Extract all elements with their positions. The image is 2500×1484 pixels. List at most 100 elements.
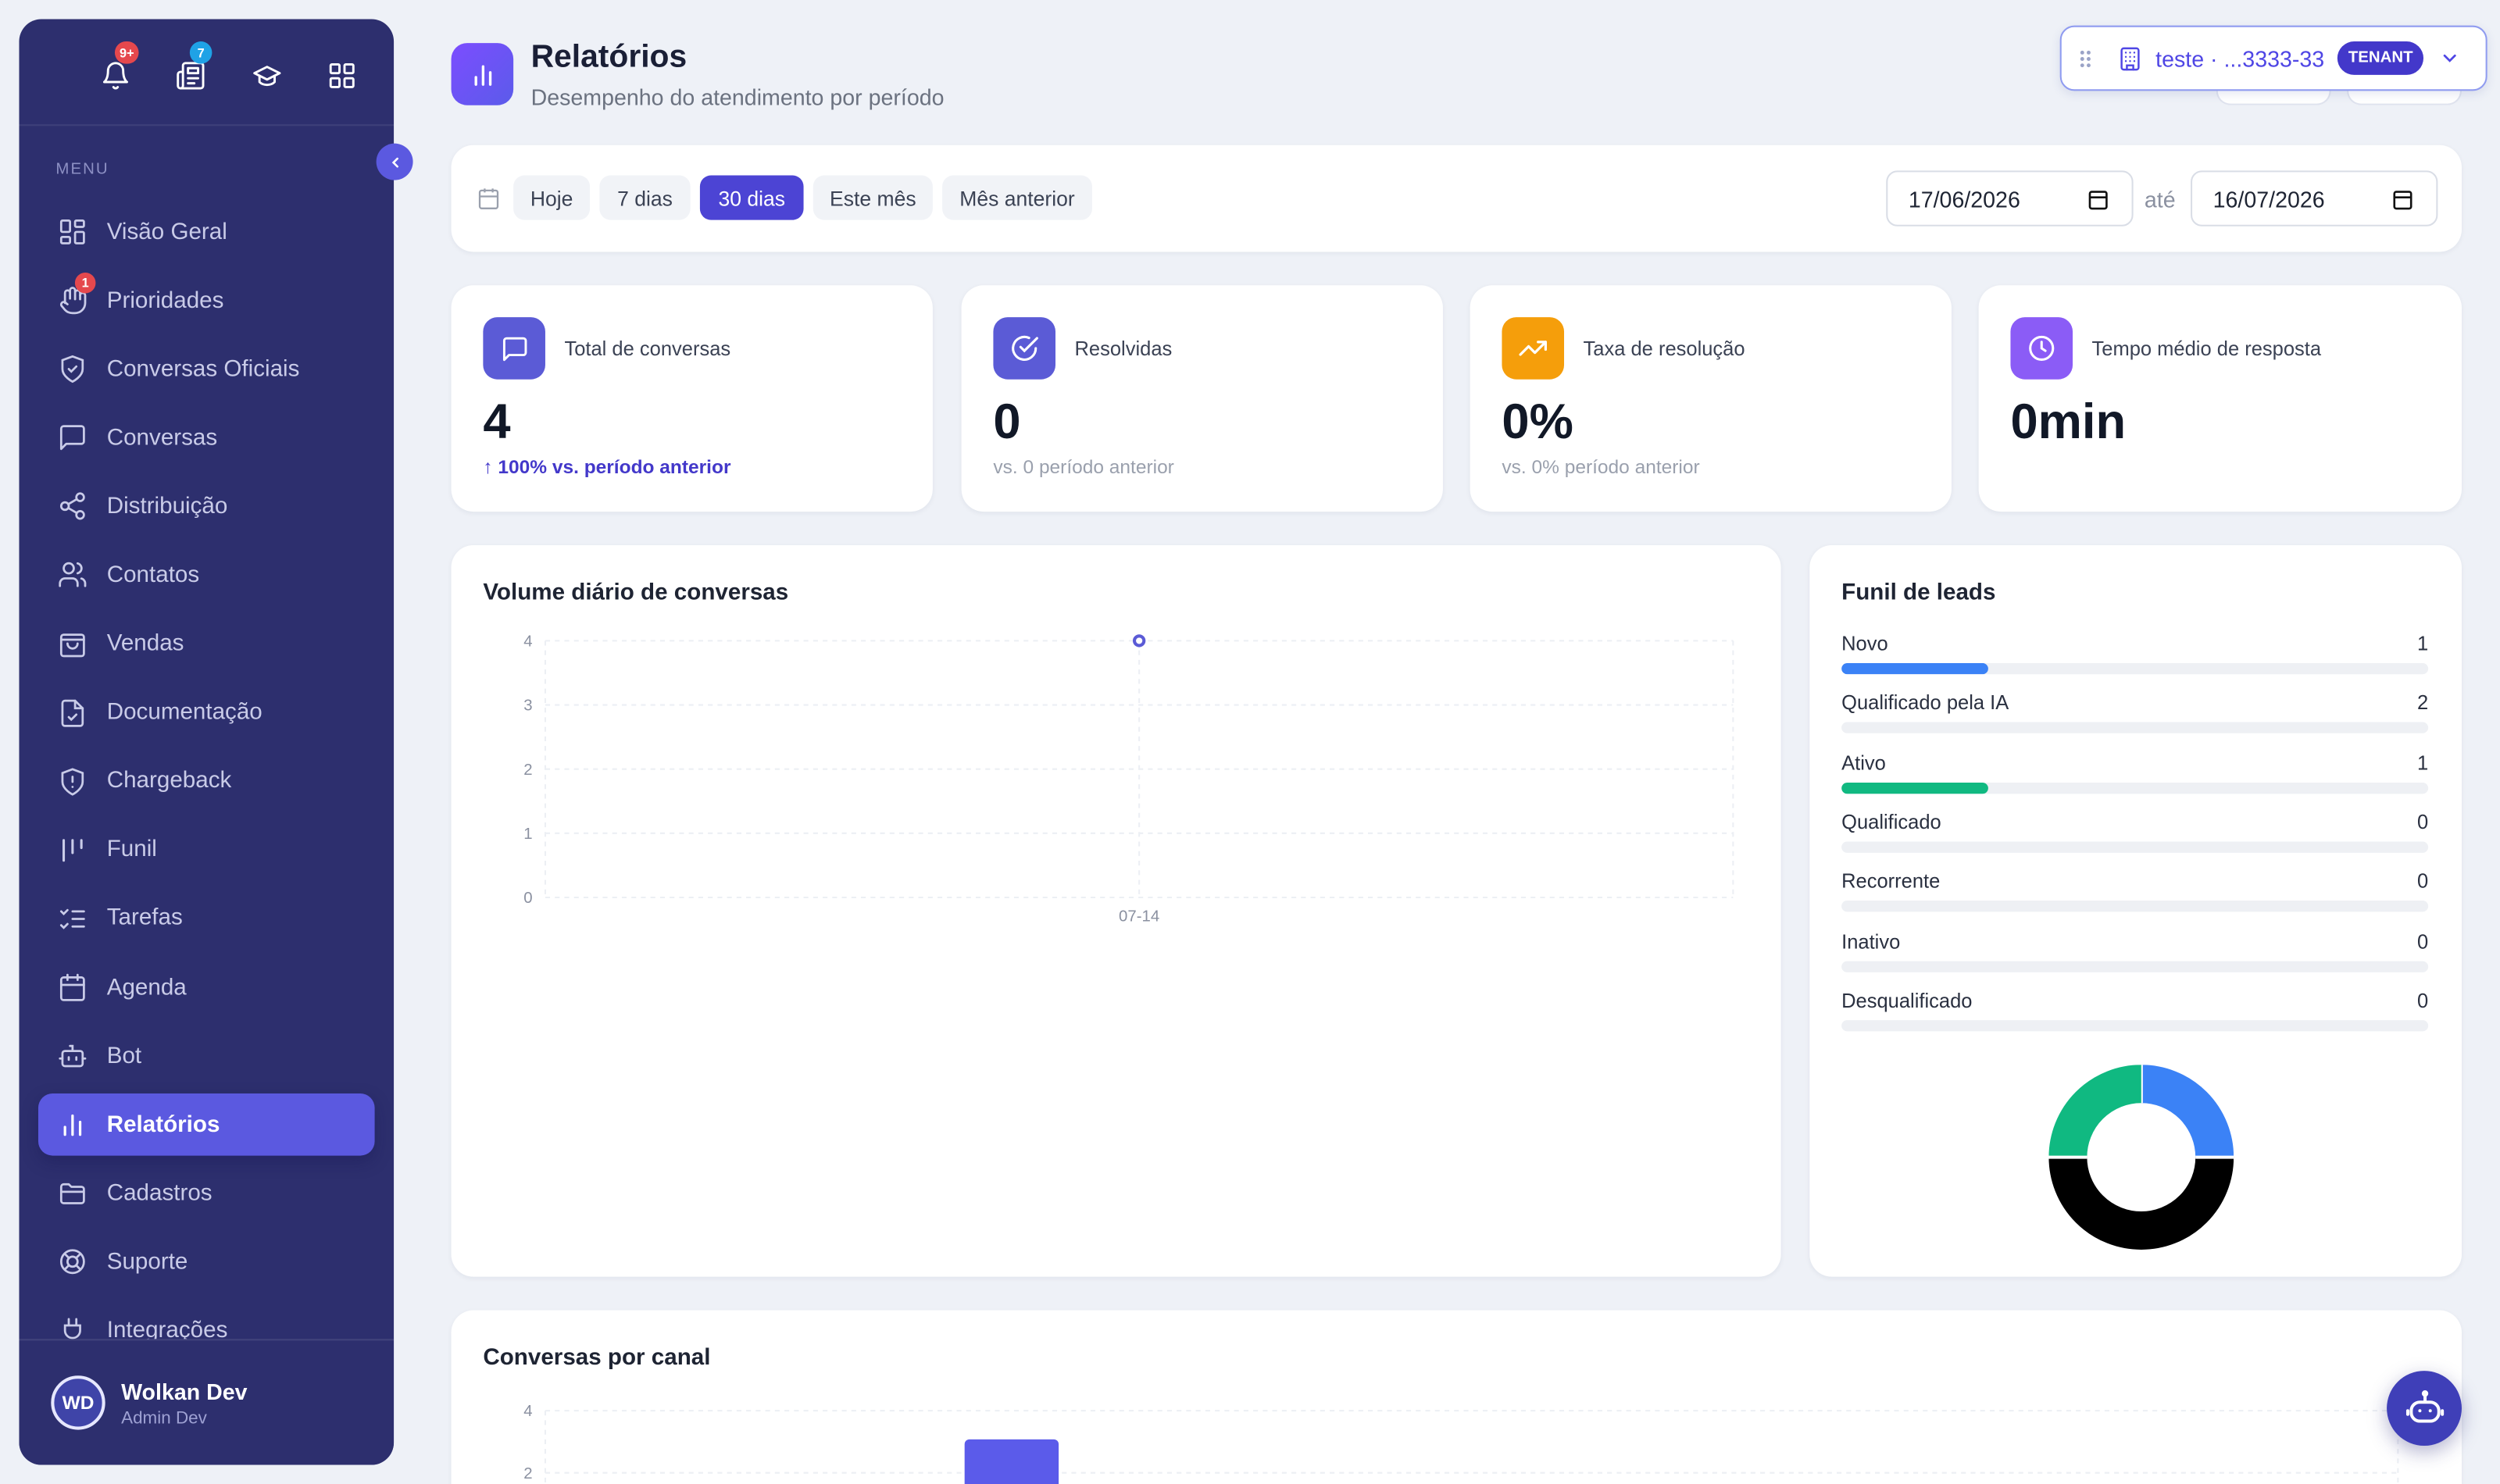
sidebar-item-conversas[interactable]: Conversas xyxy=(38,407,375,469)
users-icon xyxy=(59,562,87,588)
funnel-stage-track xyxy=(1841,841,2429,853)
funnel-stage-value: 1 xyxy=(2416,751,2429,774)
y-tick-label: 2 xyxy=(523,1465,532,1482)
sidebar-item-label: Agenda xyxy=(106,975,187,1001)
list-checks-icon xyxy=(59,908,85,929)
volume-chart-card: Volume diário de conversas 0 1 2 3 4 07-14 xyxy=(451,544,1781,1277)
date-to-value: 16/07/2026 xyxy=(2212,185,2325,212)
range-30-dias-button[interactable]: 30 dias xyxy=(699,175,804,220)
bar-chart-icon xyxy=(63,1115,82,1136)
range-este-mes-button[interactable]: Este mês xyxy=(812,175,933,220)
share-icon xyxy=(59,493,85,521)
bot-icon xyxy=(2405,1389,2444,1422)
funnel-title: Funil de leads xyxy=(1841,580,1996,606)
range-7-dias-button[interactable]: 7 dias xyxy=(599,175,691,220)
funnel-stage-label: Novo xyxy=(1841,633,1888,655)
kpi-icon xyxy=(2010,317,2073,380)
kpi-taxa-resolucao: Taxa de resolução 0% vs. 0% período ante… xyxy=(1470,285,1952,512)
kpi-label: Tempo médio de resposta xyxy=(2091,337,2322,361)
volume-chart: 0 1 2 3 4 07-14 xyxy=(523,633,1734,926)
sidebar-item-suporte[interactable]: Suporte xyxy=(38,1231,375,1293)
sidebar-item-contatos[interactable]: Contatos xyxy=(38,544,375,607)
funnel-stage-label: Ativo xyxy=(1841,751,1886,774)
bar xyxy=(964,1439,1059,1484)
range-hoje-button[interactable]: Hoje xyxy=(513,175,591,220)
lifebuoy-icon xyxy=(59,1250,85,1275)
page-title: Relatórios xyxy=(530,40,688,75)
funnel-stage-value: 0 xyxy=(2416,989,2429,1012)
period-filter-bar: Hoje 7 dias 30 dias Este mês Mês anterio… xyxy=(451,144,2462,252)
sidebar-item-conversas-oficiais[interactable]: Conversas Oficiais xyxy=(38,338,375,401)
date-from-input[interactable]: 17/06/2026 xyxy=(1886,170,2134,227)
sidebar-item-chargeback[interactable]: Chargeback xyxy=(38,751,375,813)
user-profile[interactable]: WD Wolkan Dev Admin Dev xyxy=(19,1339,395,1465)
kpi-value: 0 xyxy=(993,394,1021,450)
file-check-icon xyxy=(61,699,84,727)
sidebar-item-label: Contatos xyxy=(106,562,200,588)
donut-slice xyxy=(2048,1065,2142,1158)
kpi-total-conversas: Total de conversas 4 ↑ 100% vs. período … xyxy=(451,285,933,512)
docs-badge: 7 xyxy=(189,41,212,64)
calendar-icon xyxy=(478,188,499,209)
sidebar-item-agenda[interactable]: Agenda xyxy=(38,957,375,1019)
sidebar-item-bot[interactable]: Bot xyxy=(38,1025,375,1087)
y-tick-label: 2 xyxy=(523,762,532,779)
funnel-stage-track xyxy=(1841,960,2429,972)
kpi-label: Taxa de resolução xyxy=(1583,337,1745,361)
page-icon xyxy=(451,43,514,105)
prioridades-badge: 1 xyxy=(74,273,96,294)
funnel-stage-label: Qualificado xyxy=(1841,811,1941,834)
chevron-down-icon xyxy=(2444,54,2457,62)
funnel-stage-bar xyxy=(1841,662,1988,675)
sidebar-item-relatorios[interactable]: Relatórios xyxy=(38,1093,375,1157)
academy-button[interactable] xyxy=(248,57,284,92)
sidebar-item-label: Conversas xyxy=(106,425,218,451)
date-to-input[interactable]: 16/07/2026 xyxy=(2191,170,2438,227)
sidebar-item-tarefas[interactable]: Tarefas xyxy=(38,888,375,951)
kpi-icon xyxy=(993,317,1056,380)
sidebar-item-documentacao[interactable]: Documentação xyxy=(38,682,375,744)
calendar-icon xyxy=(59,973,85,1001)
calendar-icon xyxy=(2088,191,2108,210)
sidebar-item-label: Distribuição xyxy=(106,494,228,520)
notifications-button[interactable]: 9+ xyxy=(97,41,139,92)
shopping-bag-icon xyxy=(59,633,85,657)
funnel-bars-icon xyxy=(62,838,83,862)
funnel-stage-value: 0 xyxy=(2416,929,2429,953)
docs-button[interactable]: 7 xyxy=(172,41,212,92)
funnel-stage-value: 2 xyxy=(2416,692,2429,715)
donut-slice xyxy=(2048,1156,2234,1250)
kpi-label: Resolvidas xyxy=(1074,337,1173,361)
funnel-stage-label: Inativo xyxy=(1841,929,1901,953)
funnel-stage-bar xyxy=(1841,782,1988,794)
sidebar-item-prioridades[interactable]: 1 Prioridades xyxy=(38,269,375,332)
building-icon xyxy=(2120,46,2140,70)
kpi-comparison: vs. 0 período anterior xyxy=(993,455,1174,479)
notifications-badge: 9+ xyxy=(114,41,139,64)
sidebar-item-vendas[interactable]: Vendas xyxy=(38,613,375,676)
grid-icon xyxy=(59,219,85,244)
folder-icon xyxy=(59,1183,85,1205)
chat-icon xyxy=(59,425,85,451)
sidebar-item-cadastros[interactable]: Cadastros xyxy=(38,1162,375,1225)
y-tick-label: 3 xyxy=(523,697,532,715)
sidebar-item-label: Vendas xyxy=(106,631,184,657)
bot-icon xyxy=(59,1044,87,1068)
tenant-selector[interactable]: teste · ...3333-33 TENANT xyxy=(2059,25,2488,91)
assistant-bot-button[interactable] xyxy=(2387,1371,2462,1447)
sidebar-nav: Visão Geral 1 Prioridades Conversas Ofic… xyxy=(38,201,375,1368)
kpi-label: Total de conversas xyxy=(564,337,731,361)
kpi-icon xyxy=(483,317,545,380)
collapse-sidebar-button[interactable] xyxy=(376,143,413,180)
shield-alert-icon xyxy=(61,767,84,796)
sidebar-item-visao-geral[interactable]: Visão Geral xyxy=(38,201,375,263)
sidebar: 9+ 7 MENU Visão Geral 1 Prioridades Conv… xyxy=(19,19,395,1465)
sidebar-item-distribuicao[interactable]: Distribuição xyxy=(38,476,375,538)
apps-button[interactable] xyxy=(323,57,359,92)
funnel-stage-track xyxy=(1841,901,2429,912)
sidebar-item-funil[interactable]: Funil xyxy=(38,819,375,882)
calendar-icon xyxy=(2393,191,2412,210)
kpi-value: 4 xyxy=(483,394,511,450)
y-tick-label: 1 xyxy=(523,826,532,843)
range-mes-anterior-button[interactable]: Mês anterior xyxy=(942,175,1092,220)
